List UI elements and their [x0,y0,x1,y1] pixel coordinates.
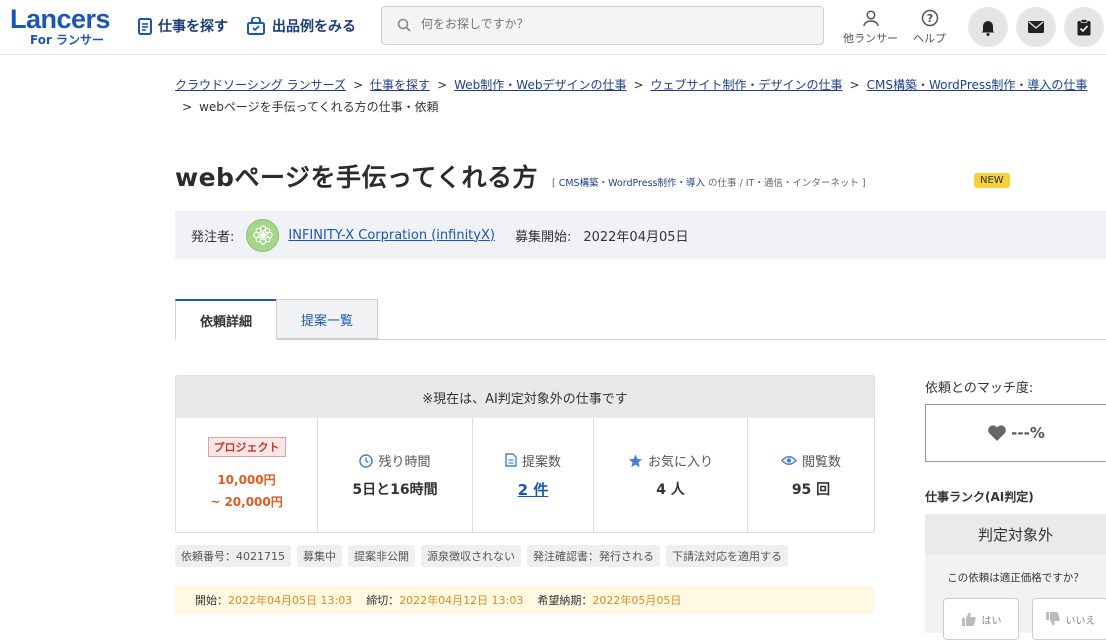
flower-logo-icon [253,225,273,245]
tag-job-number: 依頼番号：4021715 [175,545,291,567]
breadcrumb-current: webページを手伝ってくれる方の仕事・依頼 [199,100,439,114]
message-button[interactable] [1016,7,1056,47]
job-category: [ CMS構築・WordPress制作・導入 の仕事 / IT・通信・インターネ… [551,178,866,189]
document-icon [138,17,152,35]
client-bar: 発注者: INFINITY-X Corpration (infinityX) 募… [175,211,1106,259]
rank-panel: 判定対象外 この依頼は適正価格ですか？ はい いいえ [925,514,1106,640]
clipboard-check-icon [1077,18,1091,35]
tab-proposals[interactable]: 提案一覧 [276,299,378,339]
lancers-logo[interactable]: Lancers For ランサー [10,4,111,46]
tab-job-details[interactable]: 依頼詳細 [175,299,277,340]
tag-withholding: 源泉徴収されない [421,545,521,567]
remaining-time-value: 5日と16時間 [352,482,438,498]
job-title-row: webページを手伝ってくれる方 [ CMS構築・WordPress制作・導入 の… [175,158,866,194]
breadcrumb-link-crowdsourcing[interactable]: クラウドソーシング ランサーズ [175,78,346,92]
price-question: この依頼は適正価格ですか？ [947,572,1084,584]
thumbs-up-icon [961,612,976,626]
search-icon [397,18,411,32]
search-input[interactable] [419,16,813,32]
price-range: 10,000円 ~ 20,000円 [210,473,283,509]
client-avatar[interactable] [246,218,280,252]
favorites-value: 4 人 [656,482,685,498]
task-button[interactable] [1064,7,1104,47]
deadline-label: 締切： [366,594,400,607]
start-value: 2022年04月05日 13:03 [228,594,353,607]
category-link[interactable]: CMS構築・WordPress制作・導入 [559,178,705,189]
breadcrumb-link-website[interactable]: ウェブサイト制作・デザインの仕事 [651,78,843,92]
job-tags: 依頼番号：4021715 募集中 提案非公開 源泉徴収されない 発注確認書：発行… [175,545,788,567]
envelope-icon [1028,21,1044,33]
help-icon: ? [921,9,938,27]
site-header: Lancers For ランサー 仕事を探す 出品例をみる 他ランサー ? ヘル… [0,0,1106,55]
ai-notice: ※現在は、AI判定対象外の仕事です [176,376,874,418]
proposal-doc-icon [505,453,517,467]
job-summary: ※現在は、AI判定対象外の仕事です プロジェクト 10,000円 ~ 20,00… [175,375,875,533]
user-icon [862,10,879,27]
match-value: ---% [1011,424,1045,442]
help-link[interactable]: ? ヘルプ [913,9,946,46]
breadcrumb: クラウドソーシング ランサーズ > 仕事を探す > Web制作・Webデザインの仕事 > ウ… [175,78,1088,114]
clock-icon [359,453,374,468]
match-label: 依頼とのマッチ度: [925,381,1034,396]
search-box[interactable] [381,6,824,45]
job-dates: 開始： 2022年04月05日 13:03 締切： 2022年04月12日 13… [175,586,875,614]
proposal-count-link[interactable]: 2 件 [518,479,549,500]
breadcrumb-link-find-jobs[interactable]: 仕事を探す [370,78,430,92]
breadcrumb-link-cms[interactable]: CMS構築・WordPress制作・導入の仕事 [867,78,1088,92]
heart-icon [988,425,1006,441]
tag-status: 募集中 [297,545,342,567]
start-label: 開始： [195,594,228,607]
svg-text:?: ? [926,12,932,25]
page-title: webページを手伝ってくれる方 [175,163,538,192]
other-lancer-link[interactable]: 他ランサー [843,9,898,46]
views-value: 95 回 [791,482,831,498]
notification-button[interactable] [968,7,1008,47]
views-cell: 閲覧数 95 回 [748,418,874,532]
rank-value: 判定対象外 [925,514,1106,554]
tag-order-confirmation: 発注確認書：発行される [527,545,660,567]
nav-find-jobs[interactable]: 仕事を探す [138,16,228,36]
job-tabs: 依頼詳細 提案一覧 [175,299,1106,340]
thumbs-down-icon [1045,612,1060,626]
match-box: ---% [925,404,1106,462]
budget-cell: プロジェクト 10,000円 ~ 20,000円 [176,418,318,532]
project-badge: プロジェクト [207,437,286,457]
vote-yes-button[interactable]: はい [943,598,1019,640]
due-label: 希望納期： [537,594,593,607]
tag-proposal-visibility: 提案非公開 [348,545,415,567]
bell-icon [981,20,995,36]
recruit-start-label: 募集開始: [514,229,572,245]
vote-no-button[interactable]: いいえ [1032,598,1106,640]
star-icon [628,454,643,467]
client-name-link[interactable]: INFINITY-X Corpration (infinityX) [288,228,495,243]
new-badge: NEW [974,173,1010,188]
client-label: 発注者: [191,229,235,245]
remaining-time-cell: 残り時間 5日と16時間 [318,418,473,532]
tag-subcontract-law: 下請法対応を適用する [666,545,788,567]
shop-bag-icon [247,17,265,35]
recruit-start-date: 2022年04月05日 [583,229,689,245]
due-value: 2022年05月05日 [592,594,682,607]
eye-icon [781,456,797,465]
rank-label: 仕事ランク(AI判定) [925,490,1034,504]
nav-portfolio[interactable]: 出品例をみる [246,16,356,36]
deadline-value: 2022年04月12日 13:03 [399,594,524,607]
breadcrumb-link-web-design[interactable]: Web制作・Webデザインの仕事 [454,78,626,92]
favorites-cell: お気に入り 4 人 [594,418,748,532]
proposal-count-cell: 提案数 2 件 [473,418,594,532]
